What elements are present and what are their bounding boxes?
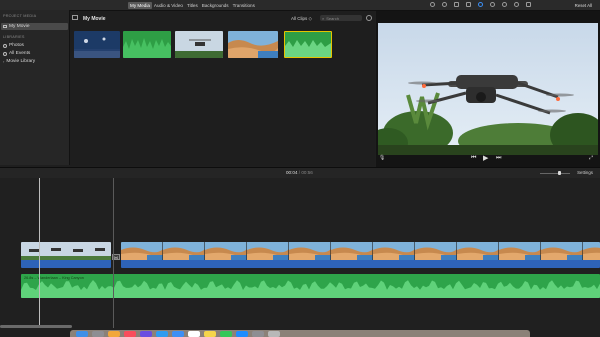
- libraries-header: LIBRARIES: [3, 35, 25, 39]
- music-icon[interactable]: [124, 331, 136, 337]
- skimmer-line: [113, 178, 114, 328]
- timeline-scrollbar[interactable]: [0, 325, 72, 328]
- crop-icon[interactable]: [454, 2, 459, 7]
- search-input[interactable]: ⌕ Search: [320, 15, 362, 21]
- events-icon: [3, 51, 7, 56]
- timeline-audio-clip[interactable]: [21, 274, 600, 298]
- microphone-icon[interactable]: 🎙: [379, 155, 385, 161]
- browser-title: My Movie: [83, 16, 106, 22]
- zoom-slider-track[interactable]: [540, 173, 570, 174]
- color-balance-icon[interactable]: [430, 2, 435, 7]
- toolbar: My Media Audio & Video Titles Background…: [0, 0, 600, 11]
- timecode: 00:04 / 00:56: [286, 170, 313, 175]
- messages-icon[interactable]: [220, 331, 232, 337]
- color-correction-icon[interactable]: [442, 2, 447, 7]
- film-icon: [3, 25, 7, 28]
- notes-icon[interactable]: [204, 331, 216, 337]
- stabilization-icon[interactable]: [466, 2, 471, 7]
- finder-icon[interactable]: [76, 331, 88, 337]
- tab-titles[interactable]: Titles: [185, 2, 200, 9]
- fullscreen-icon[interactable]: ⤢: [589, 155, 593, 161]
- duration: 00:56: [301, 170, 313, 175]
- skip-back-icon[interactable]: ⏮: [471, 155, 476, 162]
- dock: [70, 330, 530, 337]
- tab-audio-video[interactable]: Audio & Video: [152, 2, 185, 9]
- search-icon: ⌕: [322, 15, 325, 21]
- browser-settings-icon[interactable]: [366, 15, 372, 21]
- imovie-icon[interactable]: [140, 331, 152, 337]
- timeline-header: 00:04 / 00:56 Settings: [0, 167, 600, 178]
- timeline-clip-canyon[interactable]: [121, 242, 600, 268]
- media-thumbnail-audio-2[interactable]: [284, 31, 332, 58]
- media-thumbnail-canyon[interactable]: [228, 31, 278, 58]
- disclosure-chevron-icon[interactable]: ›: [3, 59, 4, 64]
- adjustment-tools: [430, 2, 531, 7]
- sidebar-item-all-events[interactable]: All Events: [3, 50, 30, 57]
- mail-icon[interactable]: [172, 331, 184, 337]
- trash-icon[interactable]: [268, 331, 280, 337]
- zoom-slider-knob[interactable]: [558, 171, 561, 175]
- sidebar-item-label: Photos: [9, 43, 24, 48]
- project-media-header: PROJECT MEDIA: [3, 14, 37, 18]
- timeline: ⋈ 26.8s – Wanderlaan – King Canyon: [0, 178, 600, 330]
- settings-icon[interactable]: [252, 331, 264, 337]
- sidebar-item-label: My Movie: [9, 24, 30, 29]
- tab-my-media[interactable]: My Media: [128, 2, 152, 9]
- reset-all-button[interactable]: Reset All: [575, 3, 592, 8]
- skip-forward-icon[interactable]: ⏭: [496, 155, 501, 162]
- current-time: 00:04: [286, 170, 298, 175]
- sidebar-item-my-movie[interactable]: My Movie: [1, 23, 68, 30]
- tab-backgrounds[interactable]: Backgrounds: [200, 2, 231, 9]
- tab-transitions[interactable]: Transitions: [231, 2, 257, 9]
- timeline-clip-drone[interactable]: [21, 242, 111, 268]
- speed-icon[interactable]: [502, 2, 507, 7]
- sidebar: PROJECT MEDIA My Movie LIBRARIES Photos …: [0, 10, 70, 165]
- info-icon[interactable]: [526, 2, 531, 7]
- sidebar-item-movie-library[interactable]: › Movie Library: [3, 58, 35, 65]
- media-thumbnail-drone-2[interactable]: [175, 31, 223, 58]
- sidebar-toggle-icon[interactable]: [72, 15, 78, 20]
- media-browser: My Movie All Clips ◇ ⌕ Search: [70, 11, 375, 166]
- volume-icon[interactable]: [478, 2, 483, 7]
- play-icon[interactable]: ▶: [483, 154, 488, 162]
- sidebar-item-label: All Events: [9, 51, 31, 56]
- media-thumbnail-audio-1[interactable]: [123, 31, 171, 58]
- sidebar-item-photos[interactable]: Photos: [3, 42, 24, 49]
- photos-icon: [3, 43, 7, 48]
- clip-filter-select[interactable]: All Clips ◇: [291, 16, 312, 22]
- video-preview: [378, 23, 598, 155]
- playhead[interactable]: [39, 178, 40, 328]
- media-thumbnail-drone-1[interactable]: [74, 31, 120, 58]
- safari-icon[interactable]: [156, 331, 168, 337]
- calendar-icon[interactable]: [188, 331, 200, 337]
- photos-icon[interactable]: [108, 331, 120, 337]
- launchpad-icon[interactable]: [92, 331, 104, 337]
- viewer: 🎙 ⏮ ▶ ⏭ ⤢: [376, 11, 600, 167]
- timeline-settings-button[interactable]: Settings: [577, 170, 593, 175]
- filter-icon[interactable]: [514, 2, 519, 7]
- sidebar-item-label: Movie Library: [6, 59, 36, 64]
- audio-clip-label: 26.8s – Wanderlaan – King Canyon: [24, 276, 84, 280]
- search-placeholder: Search: [326, 15, 339, 21]
- noise-reduction-icon[interactable]: [490, 2, 495, 7]
- appstore-icon[interactable]: [236, 331, 248, 337]
- media-tabs: My Media Audio & Video Titles Background…: [128, 2, 257, 9]
